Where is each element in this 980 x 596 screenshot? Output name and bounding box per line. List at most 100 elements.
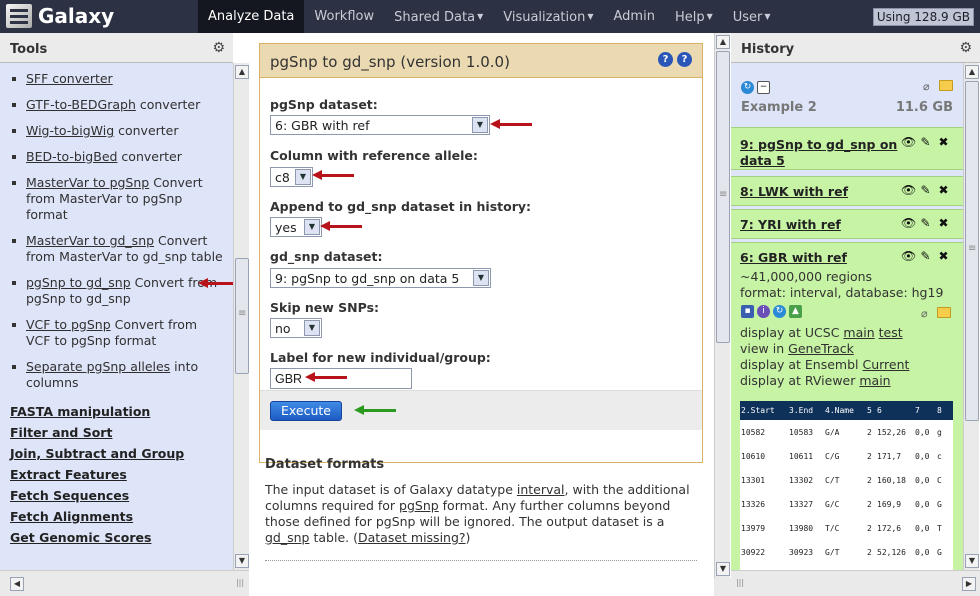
delete-icon[interactable]: ✖: [937, 184, 950, 197]
scroll-up-icon[interactable]: ▲: [235, 65, 249, 79]
history-scrollbar[interactable]: ▲ ▼: [963, 63, 979, 570]
tool-item[interactable]: BED-to-bigBed converter: [10, 149, 225, 165]
ref-column-select[interactable]: c8 ▼: [270, 167, 313, 187]
rerun-icon[interactable]: ↻: [773, 305, 786, 318]
eye-icon[interactable]: 👁: [901, 184, 916, 197]
pencil-icon[interactable]: ✎: [919, 184, 932, 197]
pencil-icon[interactable]: ✎: [919, 250, 932, 263]
display-link[interactable]: test: [879, 325, 903, 340]
help-icon[interactable]: ?: [658, 52, 673, 67]
display-link[interactable]: main: [843, 325, 874, 340]
execute-button[interactable]: Execute: [270, 401, 342, 421]
chevron-down-icon[interactable]: ▼: [295, 169, 311, 185]
pencil-icon[interactable]: ✎: [919, 217, 932, 230]
history-dataset[interactable]: 7: YRI with ref 👁 ✎ ✖: [731, 209, 963, 239]
tool-link[interactable]: SFF converter: [26, 71, 113, 86]
scroll-down-icon[interactable]: ▼: [965, 554, 979, 568]
gdsnp-link[interactable]: gd_snp: [265, 530, 310, 545]
nav-item-help[interactable]: Help ▼: [665, 0, 723, 33]
brand[interactable]: Galaxy: [6, 4, 114, 28]
tool-section[interactable]: Fetch Alignments: [10, 506, 225, 527]
scroll-right-icon[interactable]: ▶: [962, 577, 976, 591]
help-icon[interactable]: ?: [677, 52, 692, 67]
dataset-title[interactable]: 8: LWK with ref: [740, 184, 848, 200]
tool-link[interactable]: MasterVar to gd_snp: [26, 233, 154, 248]
scroll-up-icon[interactable]: ▲: [965, 65, 979, 79]
scroll-left-icon[interactable]: ◀: [10, 577, 24, 591]
delete-icon[interactable]: ✖: [937, 250, 950, 263]
gear-icon[interactable]: ⚙: [959, 40, 972, 56]
nav-item-admin[interactable]: Admin: [604, 0, 665, 33]
nav-item-visualization[interactable]: Visualization ▼: [493, 0, 603, 33]
dataset-title[interactable]: 7: YRI with ref: [740, 217, 841, 233]
gear-icon[interactable]: ⚙: [212, 40, 225, 56]
display-link[interactable]: Current: [862, 357, 909, 372]
nav-item-workflow[interactable]: Workflow: [304, 0, 384, 33]
tool-item[interactable]: SFF converter: [10, 71, 225, 87]
tool-section[interactable]: Get Genomic Scores: [10, 527, 225, 548]
scroll-down-icon[interactable]: ▼: [716, 562, 730, 576]
dataset-title[interactable]: 6: GBR with ref: [740, 250, 847, 266]
save-icon[interactable]: ▪: [741, 305, 754, 318]
history-hscrollbar[interactable]: ||| ▶: [731, 570, 980, 596]
tool-item[interactable]: GTF-to-BEDGraph converter: [10, 97, 225, 113]
tools-hscrollbar[interactable]: ◀ |||: [0, 570, 249, 596]
tool-link[interactable]: MasterVar to pgSnp: [26, 175, 149, 190]
nav-item-shared-data[interactable]: Shared Data ▼: [384, 0, 493, 33]
gdsnp-dataset-select[interactable]: 9: pgSnp to gd_snp on data 5 ▼: [270, 268, 491, 288]
tool-link[interactable]: Separate pgSnp alleles: [26, 359, 170, 374]
eye-icon[interactable]: 👁: [901, 136, 916, 149]
delete-icon[interactable]: ✖: [937, 136, 950, 149]
nav-item-analyze-data[interactable]: Analyze Data: [198, 0, 305, 33]
scroll-thumb[interactable]: [965, 81, 979, 421]
interval-link[interactable]: interval: [517, 482, 565, 497]
tool-item[interactable]: MasterVar to gd_snp Convert from MasterV…: [10, 233, 225, 265]
tool-section[interactable]: Filter and Sort: [10, 422, 225, 443]
tool-link[interactable]: GTF-to-BEDGraph: [26, 97, 136, 112]
visualize-icon[interactable]: ▲: [789, 305, 802, 318]
tag-icon[interactable]: ⌀: [921, 307, 934, 320]
history-dataset[interactable]: 8: LWK with ref 👁 ✎ ✖: [731, 176, 963, 206]
delete-icon[interactable]: ✖: [937, 217, 950, 230]
pencil-icon[interactable]: ✎: [919, 136, 932, 149]
dataset-title[interactable]: 9: pgSnp to gd_snp on data 5: [740, 137, 900, 169]
chevron-down-icon[interactable]: ▼: [304, 320, 320, 336]
eye-icon[interactable]: 👁: [901, 250, 916, 263]
tool-item[interactable]: Separate pgSnp alleles into columns: [10, 359, 225, 391]
dataset-missing-link[interactable]: Dataset missing?: [358, 530, 466, 545]
tag-icon[interactable]: ⌀: [923, 80, 936, 93]
grip-icon[interactable]: |||: [233, 577, 247, 591]
tool-section[interactable]: Extract Features: [10, 464, 225, 485]
tool-item[interactable]: MasterVar to pgSnp Convert from MasterVa…: [10, 175, 225, 223]
scroll-thumb[interactable]: [716, 51, 730, 343]
history-dataset-expanded[interactable]: 6: GBR with ref 👁 ✎ ✖ ~41,000,000 region…: [731, 242, 963, 570]
tool-item[interactable]: VCF to pgSnp Convert from VCF to pgSnp f…: [10, 317, 225, 349]
scroll-up-icon[interactable]: ▲: [716, 35, 730, 49]
eye-icon[interactable]: 👁: [901, 217, 916, 230]
tool-link[interactable]: VCF to pgSnp: [26, 317, 111, 332]
pgsnp-link[interactable]: pgSnp: [399, 498, 439, 513]
history-name[interactable]: Example 2: [741, 100, 817, 115]
append-select[interactable]: yes ▼: [270, 217, 322, 237]
tool-item[interactable]: Wig-to-bigWig converter: [10, 123, 225, 139]
scroll-thumb[interactable]: [235, 258, 249, 374]
tool-item[interactable]: pgSnp to gd_snp Convert from pgSnp to gd…: [10, 275, 233, 307]
chevron-down-icon[interactable]: ▼: [472, 117, 488, 133]
chevron-down-icon[interactable]: ▼: [473, 270, 489, 286]
tool-link[interactable]: Wig-to-bigWig: [26, 123, 114, 138]
tool-link[interactable]: pgSnp to gd_snp: [26, 275, 131, 290]
collapse-icon[interactable]: −: [757, 81, 770, 94]
display-link[interactable]: main: [859, 373, 890, 388]
nav-item-user[interactable]: User ▼: [723, 0, 781, 33]
scroll-down-icon[interactable]: ▼: [235, 554, 249, 568]
grip-icon[interactable]: |||: [733, 577, 747, 591]
display-link[interactable]: GeneTrack: [788, 341, 854, 356]
tool-link[interactable]: BED-to-bigBed: [26, 149, 117, 164]
chevron-down-icon[interactable]: ▼: [304, 219, 320, 235]
history-dataset[interactable]: 9: pgSnp to gd_snp on data 5 👁 ✎ ✖: [731, 127, 963, 170]
refresh-icon[interactable]: ↻: [741, 81, 754, 94]
tool-section[interactable]: Fetch Sequences: [10, 485, 225, 506]
pgsnp-dataset-select[interactable]: 6: GBR with ref ▼: [270, 115, 490, 135]
tool-section[interactable]: FASTA manipulation: [10, 401, 225, 422]
skip-snps-select[interactable]: no ▼: [270, 318, 322, 338]
